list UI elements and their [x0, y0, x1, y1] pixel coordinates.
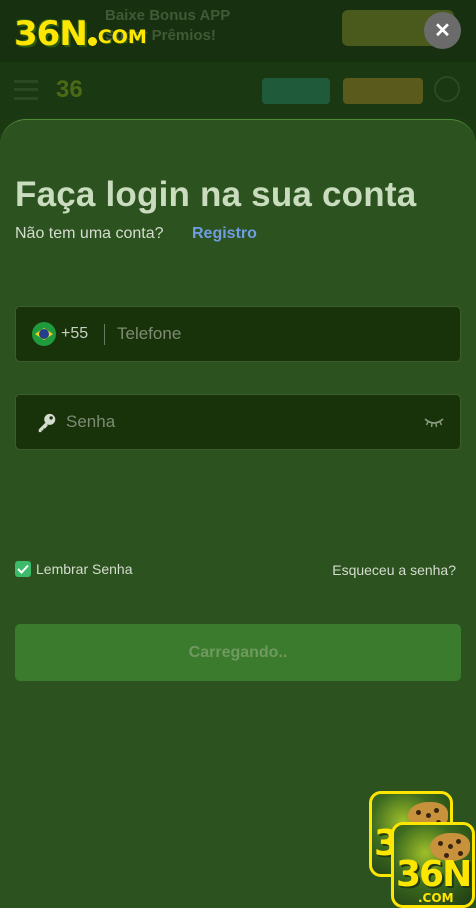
phone-input[interactable] — [117, 307, 447, 361]
background-register-button — [343, 78, 423, 104]
brand-logo: 36N COM — [14, 14, 147, 54]
password-field[interactable] — [15, 394, 461, 450]
close-icon: ✕ — [434, 20, 451, 42]
page-title: Faça login na sua conta — [15, 175, 417, 214]
background-navbar: 36 — [0, 62, 476, 118]
dial-code[interactable]: +55 — [61, 325, 88, 343]
background-logo: 36 — [56, 76, 83, 103]
login-submit-button[interactable]: Carregando.. — [15, 624, 461, 681]
key-icon — [38, 413, 56, 433]
logo-dot — [87, 37, 97, 46]
remember-label: Lembrar Senha — [36, 561, 133, 577]
background-login-button — [262, 78, 330, 104]
field-divider — [104, 324, 105, 345]
remember-checkbox[interactable] — [15, 561, 31, 577]
checkmark-icon — [17, 564, 29, 574]
no-account-text: Não tem uma conta? — [15, 225, 164, 242]
register-link[interactable]: Registro — [192, 225, 257, 243]
forgot-password-link[interactable]: Esqueceu a senha? — [332, 562, 456, 578]
background-avatar — [434, 76, 460, 102]
brazil-flag-icon[interactable] — [32, 322, 56, 346]
phone-field[interactable]: +55 — [15, 306, 461, 362]
password-input[interactable] — [66, 395, 416, 449]
eye-closed-icon[interactable] — [424, 415, 444, 429]
menu-icon — [14, 80, 38, 100]
close-button[interactable]: ✕ — [424, 12, 461, 49]
app-promo-icon-front[interactable]: 36N .COM — [391, 822, 475, 908]
remember-password-toggle[interactable]: Lembrar Senha — [15, 561, 133, 577]
